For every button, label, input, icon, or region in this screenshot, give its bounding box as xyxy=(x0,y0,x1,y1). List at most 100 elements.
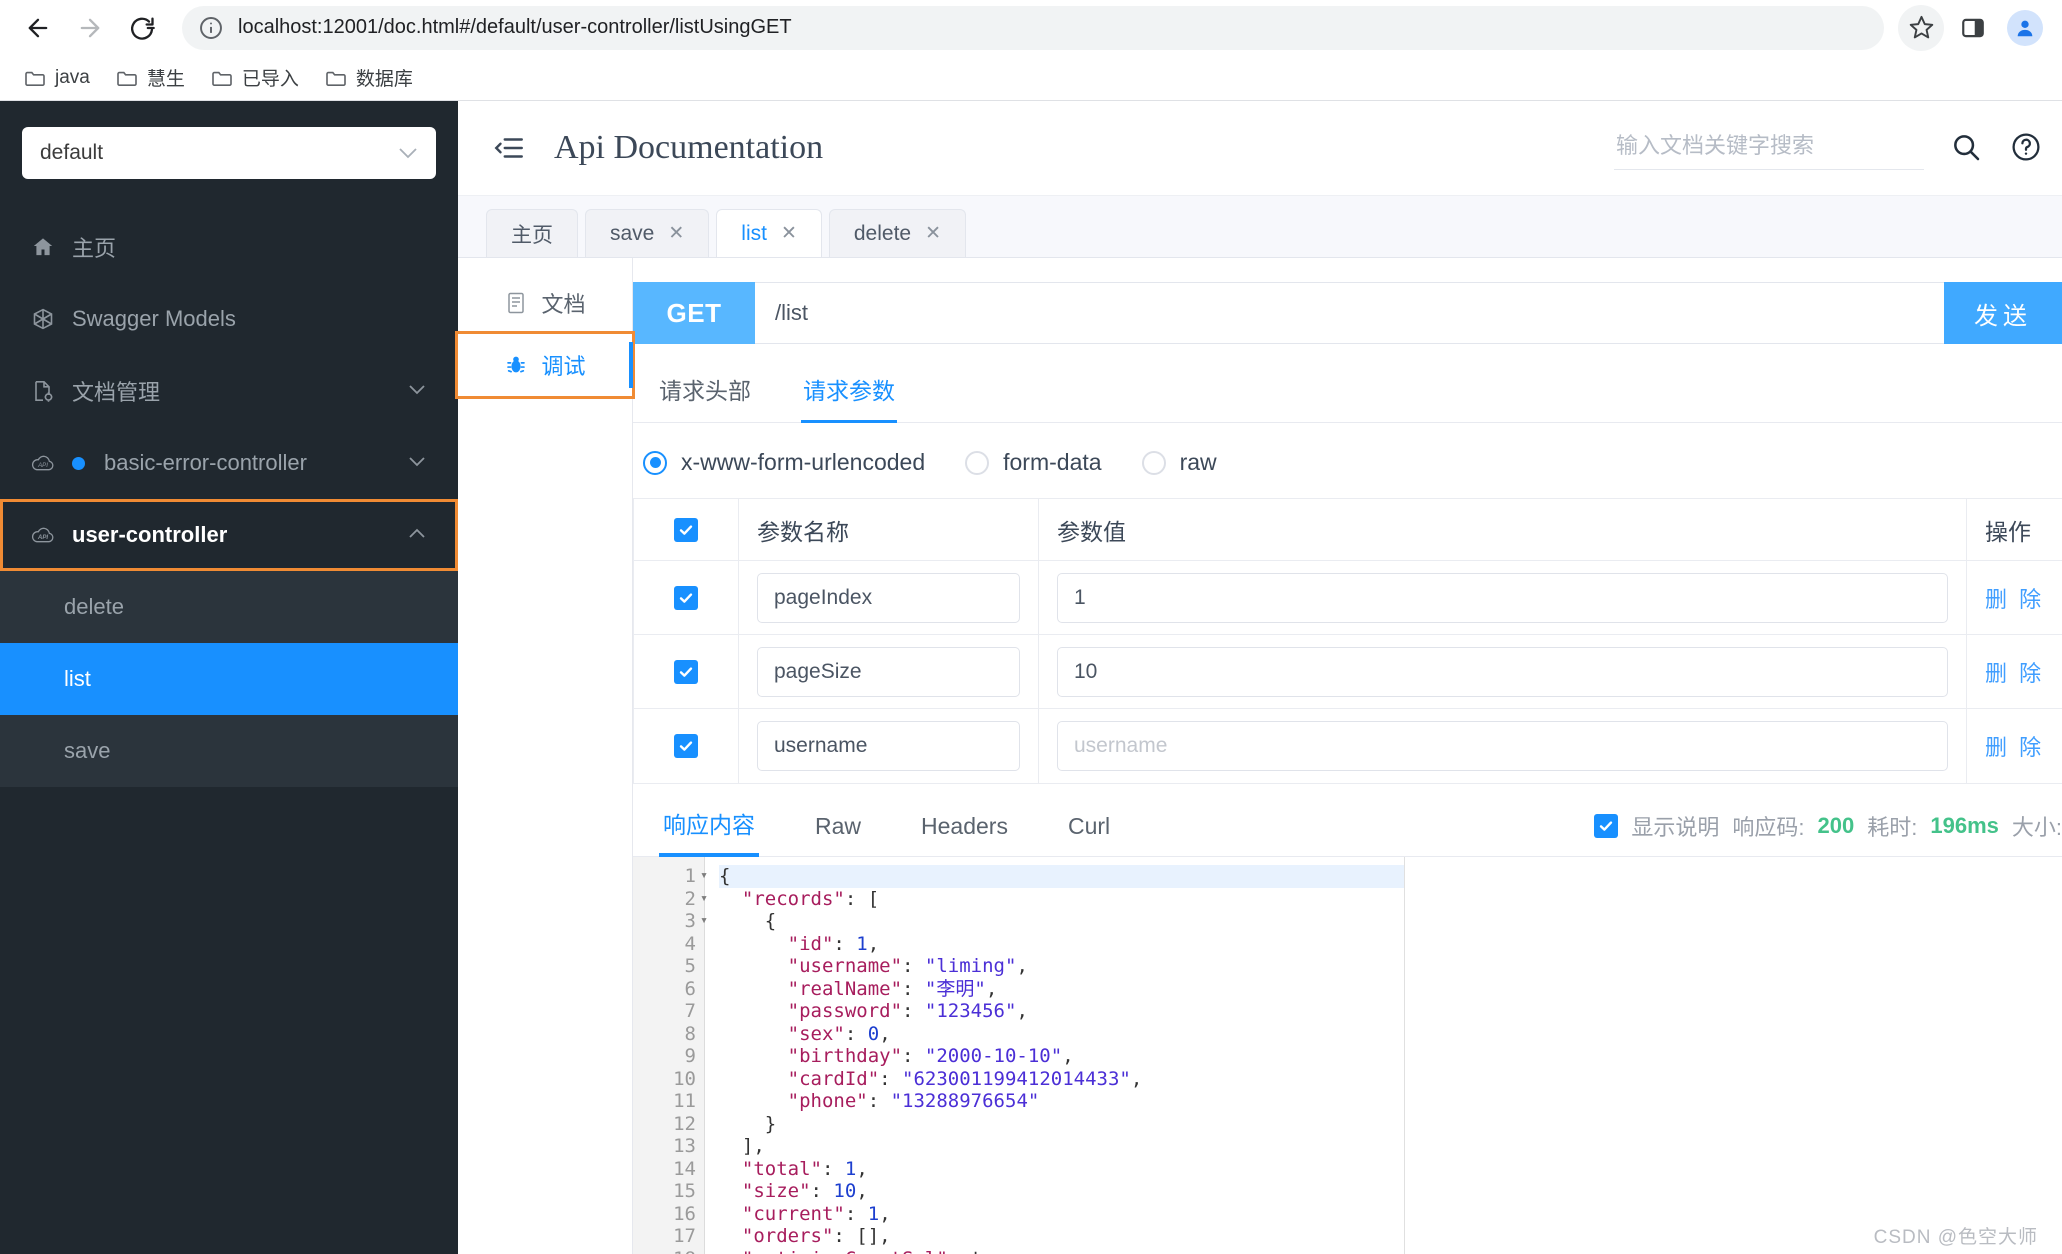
bookmark-label: java xyxy=(55,66,90,88)
close-icon[interactable]: ✕ xyxy=(781,222,797,245)
app-root: default 主页 Swagger Models 文档管理 API basic… xyxy=(0,101,2062,1254)
params-table: 参数名称 参数值 操作 pageIndex 1 删 除 pageSize 10 … xyxy=(633,498,2062,784)
tab-request-headers[interactable]: 请求头部 xyxy=(633,372,777,422)
bookmark-imported[interactable]: 已导入 xyxy=(201,59,309,96)
tab-response-raw[interactable]: Raw xyxy=(785,813,891,856)
response-bar: 响应内容 Raw Headers Curl 显示说明 响应码: 200 耗时: … xyxy=(633,806,2062,857)
send-button[interactable]: 发送 xyxy=(1944,282,2062,344)
select-all-checkbox[interactable] xyxy=(674,517,698,542)
response-code-viewer[interactable]: 1▾2▾3▾456789101112131415161718 { "record… xyxy=(633,857,2062,1254)
request-path-input[interactable]: /list xyxy=(755,282,1944,344)
delete-param-button[interactable]: 删 除 xyxy=(1985,656,2044,688)
row-value-cell xyxy=(1038,709,1966,783)
param-value-input[interactable] xyxy=(1057,646,1948,697)
elapsed-label: 耗时: xyxy=(1867,815,1918,840)
radio-form-data[interactable]: form-data xyxy=(965,449,1102,476)
request-url-row: GET /list 发送 xyxy=(633,282,2062,344)
param-name-input[interactable] xyxy=(757,572,1020,623)
vtab-debug[interactable]: 调试 xyxy=(455,331,635,399)
sidebar-group-select-wrap: default xyxy=(0,101,458,191)
col-header-value: 参数值 xyxy=(1038,499,1966,560)
bookmark-huisheng[interactable]: 慧生 xyxy=(106,59,195,96)
group-select[interactable]: default xyxy=(22,127,436,179)
sidebar-item-label: 文档管理 xyxy=(72,380,161,405)
tab-label: list xyxy=(741,221,767,245)
row-name-cell xyxy=(738,561,1038,634)
profile-avatar-icon[interactable] xyxy=(2002,5,2048,51)
bookmarks-bar: java 慧生 已导入 数据库 xyxy=(0,55,2062,101)
delete-param-button[interactable]: 删 除 xyxy=(1985,582,2044,614)
vtab-doc[interactable]: 文档 xyxy=(458,272,632,334)
question-circle-icon[interactable] xyxy=(2010,131,2044,165)
api-cloud-icon: API xyxy=(30,450,56,476)
tab-response-headers[interactable]: Headers xyxy=(891,813,1038,856)
sidebar-item-doc-manage[interactable]: 文档管理 xyxy=(0,355,458,427)
sidebar-item-basic-error-controller[interactable]: API basic-error-controller xyxy=(0,427,458,499)
row-checkbox[interactable] xyxy=(674,659,698,684)
sidebar-item-save[interactable]: save xyxy=(0,715,458,787)
sidebar-item-home[interactable]: 主页 xyxy=(0,211,458,283)
bookmark-java[interactable]: java xyxy=(14,62,100,94)
tab-save[interactable]: save ✕ xyxy=(585,209,710,257)
browser-chrome: localhost:12001/doc.html#/default/user-c… xyxy=(0,0,2062,101)
sidebar-item-list[interactable]: list xyxy=(0,643,458,715)
tab-home[interactable]: 主页 xyxy=(486,209,578,257)
sidebar-item-swagger-models[interactable]: Swagger Models xyxy=(0,283,458,355)
row-checkbox[interactable] xyxy=(674,734,698,758)
http-method-badge: GET xyxy=(633,282,755,344)
browser-toolbar: localhost:12001/doc.html#/default/user-c… xyxy=(0,0,2062,55)
info-circle-icon[interactable] xyxy=(198,15,224,41)
side-panel-icon[interactable] xyxy=(1950,5,1996,51)
home-icon xyxy=(30,234,56,260)
tab-delete[interactable]: delete ✕ xyxy=(828,209,967,257)
search-icon[interactable] xyxy=(1950,131,1984,165)
browser-toolbar-right xyxy=(1898,4,2048,51)
page-title: Api Documentation xyxy=(554,129,824,166)
select-all-cell xyxy=(634,517,738,542)
sidebar-item-user-controller[interactable]: API user-controller xyxy=(0,499,458,571)
tab-list[interactable]: list ✕ xyxy=(716,209,822,257)
document-icon xyxy=(504,291,528,315)
row-select-cell xyxy=(634,734,738,758)
tab-label: delete xyxy=(853,221,912,245)
forward-button[interactable] xyxy=(66,4,114,52)
back-button[interactable] xyxy=(14,4,62,52)
params-table-header: 参数名称 参数值 操作 xyxy=(634,499,2062,561)
svg-text:API: API xyxy=(37,462,48,469)
row-value-cell xyxy=(1038,561,1966,634)
tab-response-curl[interactable]: Curl xyxy=(1038,813,1140,856)
address-bar[interactable]: localhost:12001/doc.html#/default/user-c… xyxy=(182,5,1884,50)
row-checkbox[interactable] xyxy=(674,585,698,610)
param-name-input[interactable] xyxy=(757,721,1020,771)
param-value-input[interactable] xyxy=(1057,721,1948,771)
search-input[interactable] xyxy=(1616,132,1922,159)
reload-button[interactable] xyxy=(118,4,166,52)
code-content[interactable]: { "records": [ { "id": 1, "username": "l… xyxy=(705,857,1405,1254)
param-value-input[interactable] xyxy=(1057,572,1948,623)
radio-raw[interactable]: raw xyxy=(1141,449,1217,476)
param-name-input[interactable] xyxy=(757,646,1020,697)
radio-x-www-form-urlencoded[interactable]: x-www-form-urlencoded xyxy=(643,449,925,476)
watermark: CSDN @色空大师 xyxy=(1873,1227,2038,1248)
code-gutter: 1▾2▾3▾456789101112131415161718 xyxy=(633,857,708,1254)
sidebar-menu: 主页 Swagger Models 文档管理 API basic-error-c… xyxy=(0,211,458,787)
close-icon[interactable]: ✕ xyxy=(668,222,684,245)
bookmark-database[interactable]: 数据库 xyxy=(315,59,423,96)
tab-response-content[interactable]: 响应内容 xyxy=(633,806,785,857)
row-op-cell: 删 除 xyxy=(1966,635,2062,708)
radio-label: raw xyxy=(1179,449,1217,475)
star-icon[interactable] xyxy=(1898,4,1944,51)
chevron-down-icon xyxy=(408,382,426,400)
row-op-cell: 删 除 xyxy=(1966,709,2062,783)
sidebar-item-label: user-controller xyxy=(72,522,228,547)
close-icon[interactable]: ✕ xyxy=(925,222,941,245)
menu-collapse-icon[interactable] xyxy=(492,131,526,165)
sidebar-item-delete[interactable]: delete xyxy=(0,571,458,643)
tab-request-params[interactable]: 请求参数 xyxy=(777,372,921,423)
delete-param-button[interactable]: 删 除 xyxy=(1985,730,2044,762)
address-bar-url: localhost:12001/doc.html#/default/user-c… xyxy=(238,16,792,38)
show-description-checkbox[interactable] xyxy=(1594,814,1619,838)
row-value-cell xyxy=(1038,635,1966,708)
doc-search[interactable] xyxy=(1614,127,1924,170)
sidebar-subitem-label: list xyxy=(64,666,91,691)
